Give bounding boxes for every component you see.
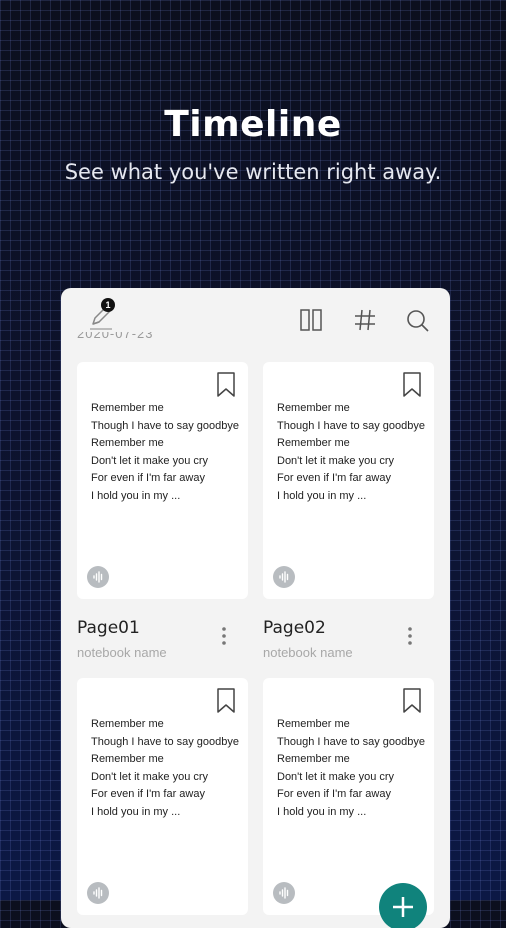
note-line: I hold you in my ... [91, 489, 181, 502]
note-line: Remember me [277, 718, 350, 730]
note-preview: Remember me Though I have to say goodbye… [91, 716, 239, 821]
waveform-icon [279, 887, 289, 899]
page-title: Page02 [263, 618, 326, 638]
note-line: For even if I'm far away [91, 472, 205, 484]
app-screen: 1 2020-07-23 Remember me Though I have t… [61, 288, 450, 928]
layout-toggle-button[interactable] [299, 308, 323, 332]
bookmark-icon[interactable] [216, 688, 236, 714]
note-line: Don't let it make you cry [277, 770, 395, 783]
note-line: For even if I'm far away [277, 472, 391, 484]
note-card[interactable]: Remember me Though I have to say goodbye… [263, 678, 434, 915]
notebook-name: notebook name [263, 645, 353, 660]
note-line: Remember me [277, 437, 350, 449]
bookmark-icon[interactable] [402, 688, 422, 714]
note-card[interactable]: Remember me Though I have to say goodbye… [263, 362, 434, 599]
hero-title: Timeline [164, 104, 342, 145]
tags-button[interactable] [353, 308, 377, 332]
toolbar: 1 2020-07-23 [61, 288, 450, 350]
note-line: Though I have to say goodbye [277, 735, 425, 748]
audio-button[interactable] [273, 566, 295, 588]
note-line: Though I have to say goodbye [277, 419, 425, 432]
new-note-button[interactable]: 1 [87, 298, 115, 332]
note-preview: Remember me Though I have to say goodbye… [277, 400, 425, 505]
note-line: I hold you in my ... [91, 805, 181, 818]
notification-badge: 1 [101, 298, 115, 312]
add-note-button[interactable] [379, 883, 427, 928]
hero-subtitle: See what you've written right away. [64, 160, 442, 184]
note-line: Don't let it make you cry [91, 770, 209, 783]
note-line: Remember me [277, 753, 350, 765]
waveform-icon [93, 887, 103, 899]
notebook-name: notebook name [77, 645, 167, 660]
more-vertical-icon [222, 627, 226, 645]
note-line: Remember me [91, 718, 164, 730]
note-preview: Remember me Though I have to say goodbye… [91, 400, 239, 505]
more-options-button[interactable] [219, 625, 229, 647]
more-options-button[interactable] [405, 625, 415, 647]
hashtag-icon [355, 309, 375, 331]
note-line: Though I have to say goodbye [91, 735, 239, 748]
search-button[interactable] [405, 308, 431, 334]
note-line: Remember me [91, 753, 164, 765]
audio-button[interactable] [87, 566, 109, 588]
audio-button[interactable] [273, 882, 295, 904]
note-line: I hold you in my ... [277, 489, 367, 502]
note-line: Remember me [91, 402, 164, 414]
page-title: Page01 [77, 618, 140, 638]
search-icon [407, 310, 429, 332]
note-line: Don't let it make you cry [91, 454, 209, 467]
note-preview: Remember me Though I have to say goodbye… [277, 716, 425, 821]
plus-icon [393, 897, 413, 917]
note-card[interactable]: Remember me Though I have to say goodbye… [77, 678, 248, 915]
note-line: Remember me [91, 437, 164, 449]
bookmark-icon[interactable] [402, 372, 422, 398]
note-line: For even if I'm far away [277, 788, 391, 800]
note-line: Remember me [277, 402, 350, 414]
audio-button[interactable] [87, 882, 109, 904]
note-line: Don't let it make you cry [277, 454, 395, 467]
note-card[interactable]: Remember me Though I have to say goodbye… [77, 362, 248, 599]
date-header: 2020-07-23 [77, 332, 154, 341]
more-vertical-icon [408, 627, 412, 645]
waveform-icon [279, 571, 289, 583]
note-line: Though I have to say goodbye [91, 419, 239, 432]
layout-columns-icon [300, 309, 322, 331]
bookmark-icon[interactable] [216, 372, 236, 398]
waveform-icon [93, 571, 103, 583]
note-line: I hold you in my ... [277, 805, 367, 818]
note-line: For even if I'm far away [91, 788, 205, 800]
